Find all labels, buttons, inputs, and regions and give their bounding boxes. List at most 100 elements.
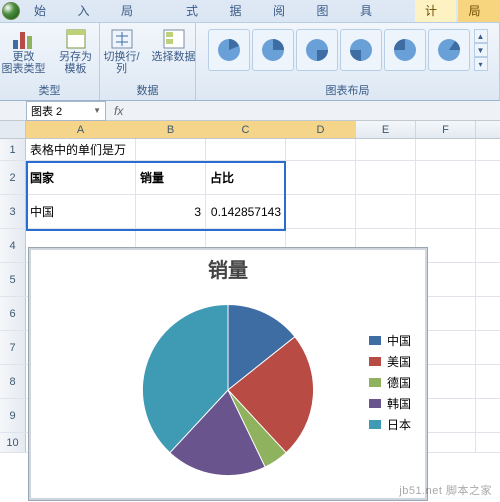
gallery-more[interactable]: ▾ bbox=[474, 57, 488, 71]
fx-icon[interactable]: fx bbox=[114, 104, 123, 118]
row-4[interactable]: 4 bbox=[0, 229, 26, 262]
cell-C3[interactable]: 0.142857143 bbox=[206, 195, 286, 228]
tab-view[interactable]: 视图 bbox=[306, 0, 348, 22]
cell-D2[interactable] bbox=[286, 161, 356, 194]
row-3[interactable]: 3 bbox=[0, 195, 26, 228]
row-8[interactable]: 8 bbox=[0, 365, 26, 398]
select-data-button[interactable]: 选择数据 bbox=[151, 27, 197, 63]
chart-plot-area[interactable] bbox=[29, 285, 427, 495]
tab-dev[interactable]: 开发工具 bbox=[350, 0, 413, 22]
legend-swatch bbox=[369, 420, 381, 429]
row-10[interactable]: 10 bbox=[0, 433, 26, 452]
legend-swatch bbox=[369, 378, 381, 387]
btn-label: 另存为 模板 bbox=[59, 51, 92, 75]
legend-label: 日本 bbox=[387, 416, 411, 433]
row-9[interactable]: 9 bbox=[0, 399, 26, 432]
chart-layout-gallery: ▲ ▼ ▾ bbox=[206, 27, 490, 73]
legend-label: 美国 bbox=[387, 353, 411, 370]
layout-preset-3[interactable] bbox=[296, 29, 338, 71]
pie-chart bbox=[133, 295, 323, 485]
chart-legend[interactable]: 中国美国德国韩国日本 bbox=[369, 328, 411, 437]
row-6[interactable]: 6 bbox=[0, 297, 26, 330]
cell-E2[interactable] bbox=[356, 161, 416, 194]
col-D[interactable]: D bbox=[286, 121, 356, 138]
layout-preset-5[interactable] bbox=[384, 29, 426, 71]
ribbon-tabs: 开始 插入 页面布局 公式 数据 审阅 视图 开发工具 设计 布局 bbox=[0, 0, 500, 22]
group-label-type: 类型 bbox=[39, 80, 61, 98]
row-2[interactable]: 2 bbox=[0, 161, 26, 194]
col-B[interactable]: B bbox=[136, 121, 206, 138]
btn-label: 更改 图表类型 bbox=[2, 51, 46, 75]
cell-B3[interactable]: 3 bbox=[136, 195, 206, 228]
gallery-down[interactable]: ▼ bbox=[474, 43, 488, 57]
group-label-layout: 图表布局 bbox=[326, 80, 370, 98]
name-box-value: 图表 2 bbox=[31, 103, 62, 119]
row-5[interactable]: 5 bbox=[0, 263, 26, 296]
formula-bar-row: 图表 2 ▼ fx bbox=[0, 101, 500, 121]
worksheet: A B C D E F 1 表格中的单们是万 2 国家 销量 占比 3 中国 3… bbox=[0, 121, 500, 453]
cell-B2[interactable]: 销量 bbox=[136, 161, 206, 194]
embedded-chart[interactable]: 销量 中国美国德国韩国日本 bbox=[28, 247, 428, 501]
tab-layout[interactable]: 页面布局 bbox=[111, 0, 174, 22]
chevron-down-icon: ▼ bbox=[93, 106, 101, 115]
cell-E3[interactable] bbox=[356, 195, 416, 228]
switch-icon bbox=[108, 27, 136, 51]
cell-F3[interactable] bbox=[416, 195, 476, 228]
switch-row-col-button[interactable]: 切换行/列 bbox=[99, 27, 145, 75]
cell-F2[interactable] bbox=[416, 161, 476, 194]
legend-item[interactable]: 韩国 bbox=[369, 395, 411, 412]
tab-insert[interactable]: 插入 bbox=[68, 0, 110, 22]
col-E[interactable]: E bbox=[356, 121, 416, 138]
layout-preset-2[interactable] bbox=[252, 29, 294, 71]
cell-A2[interactable]: 国家 bbox=[26, 161, 136, 194]
cell-D1[interactable] bbox=[286, 139, 356, 160]
col-A[interactable]: A bbox=[26, 121, 136, 138]
legend-label: 德国 bbox=[387, 374, 411, 391]
legend-item[interactable]: 美国 bbox=[369, 353, 411, 370]
cell-A3[interactable]: 中国 bbox=[26, 195, 136, 228]
legend-item[interactable]: 中国 bbox=[369, 332, 411, 349]
gallery-up[interactable]: ▲ bbox=[474, 29, 488, 43]
tab-home[interactable]: 开始 bbox=[24, 0, 66, 22]
row-7[interactable]: 7 bbox=[0, 331, 26, 364]
legend-label: 中国 bbox=[387, 332, 411, 349]
cell-A1[interactable]: 表格中的单们是万 bbox=[26, 139, 136, 160]
row-1[interactable]: 1 bbox=[0, 139, 26, 160]
ribbon-body: 更改 图表类型 另存为 模板 类型 切换行/列 bbox=[0, 22, 500, 100]
cell-C2[interactable]: 占比 bbox=[206, 161, 286, 194]
save-as-template-button[interactable]: 另存为 模板 bbox=[53, 27, 99, 75]
legend-swatch bbox=[369, 336, 381, 345]
cell-E1[interactable] bbox=[356, 139, 416, 160]
tab-chart-design[interactable]: 设计 bbox=[415, 0, 457, 22]
tab-review[interactable]: 审阅 bbox=[263, 0, 305, 22]
chart-title[interactable]: 销量 bbox=[29, 248, 427, 285]
watermark: jb51.net 脚本之家 bbox=[399, 482, 492, 498]
tab-formulas[interactable]: 公式 bbox=[176, 0, 218, 22]
layout-preset-1[interactable] bbox=[208, 29, 250, 71]
office-orb[interactable] bbox=[2, 2, 20, 20]
legend-swatch bbox=[369, 399, 381, 408]
cell-C1[interactable] bbox=[206, 139, 286, 160]
name-box[interactable]: 图表 2 ▼ bbox=[26, 101, 106, 121]
tab-data[interactable]: 数据 bbox=[219, 0, 261, 22]
col-F[interactable]: F bbox=[416, 121, 476, 138]
legend-label: 韩国 bbox=[387, 395, 411, 412]
ribbon: 开始 插入 页面布局 公式 数据 审阅 视图 开发工具 设计 布局 更改 图表类… bbox=[0, 0, 500, 101]
btn-label: 选择数据 bbox=[152, 51, 196, 63]
layout-preset-6[interactable] bbox=[428, 29, 470, 71]
legend-swatch bbox=[369, 357, 381, 366]
legend-item[interactable]: 日本 bbox=[369, 416, 411, 433]
cell-B1[interactable] bbox=[136, 139, 206, 160]
cell-D3[interactable] bbox=[286, 195, 356, 228]
group-label-data: 数据 bbox=[137, 80, 159, 98]
tab-chart-layout[interactable]: 布局 bbox=[458, 0, 500, 22]
layout-preset-4[interactable] bbox=[340, 29, 382, 71]
column-headers: A B C D E F bbox=[0, 121, 500, 139]
legend-item[interactable]: 德国 bbox=[369, 374, 411, 391]
cell-F1[interactable] bbox=[416, 139, 476, 160]
bar-chart-icon bbox=[10, 27, 38, 51]
select-data-icon bbox=[160, 27, 188, 51]
col-C[interactable]: C bbox=[206, 121, 286, 138]
change-chart-type-button[interactable]: 更改 图表类型 bbox=[1, 27, 47, 75]
btn-label: 切换行/列 bbox=[99, 51, 145, 75]
